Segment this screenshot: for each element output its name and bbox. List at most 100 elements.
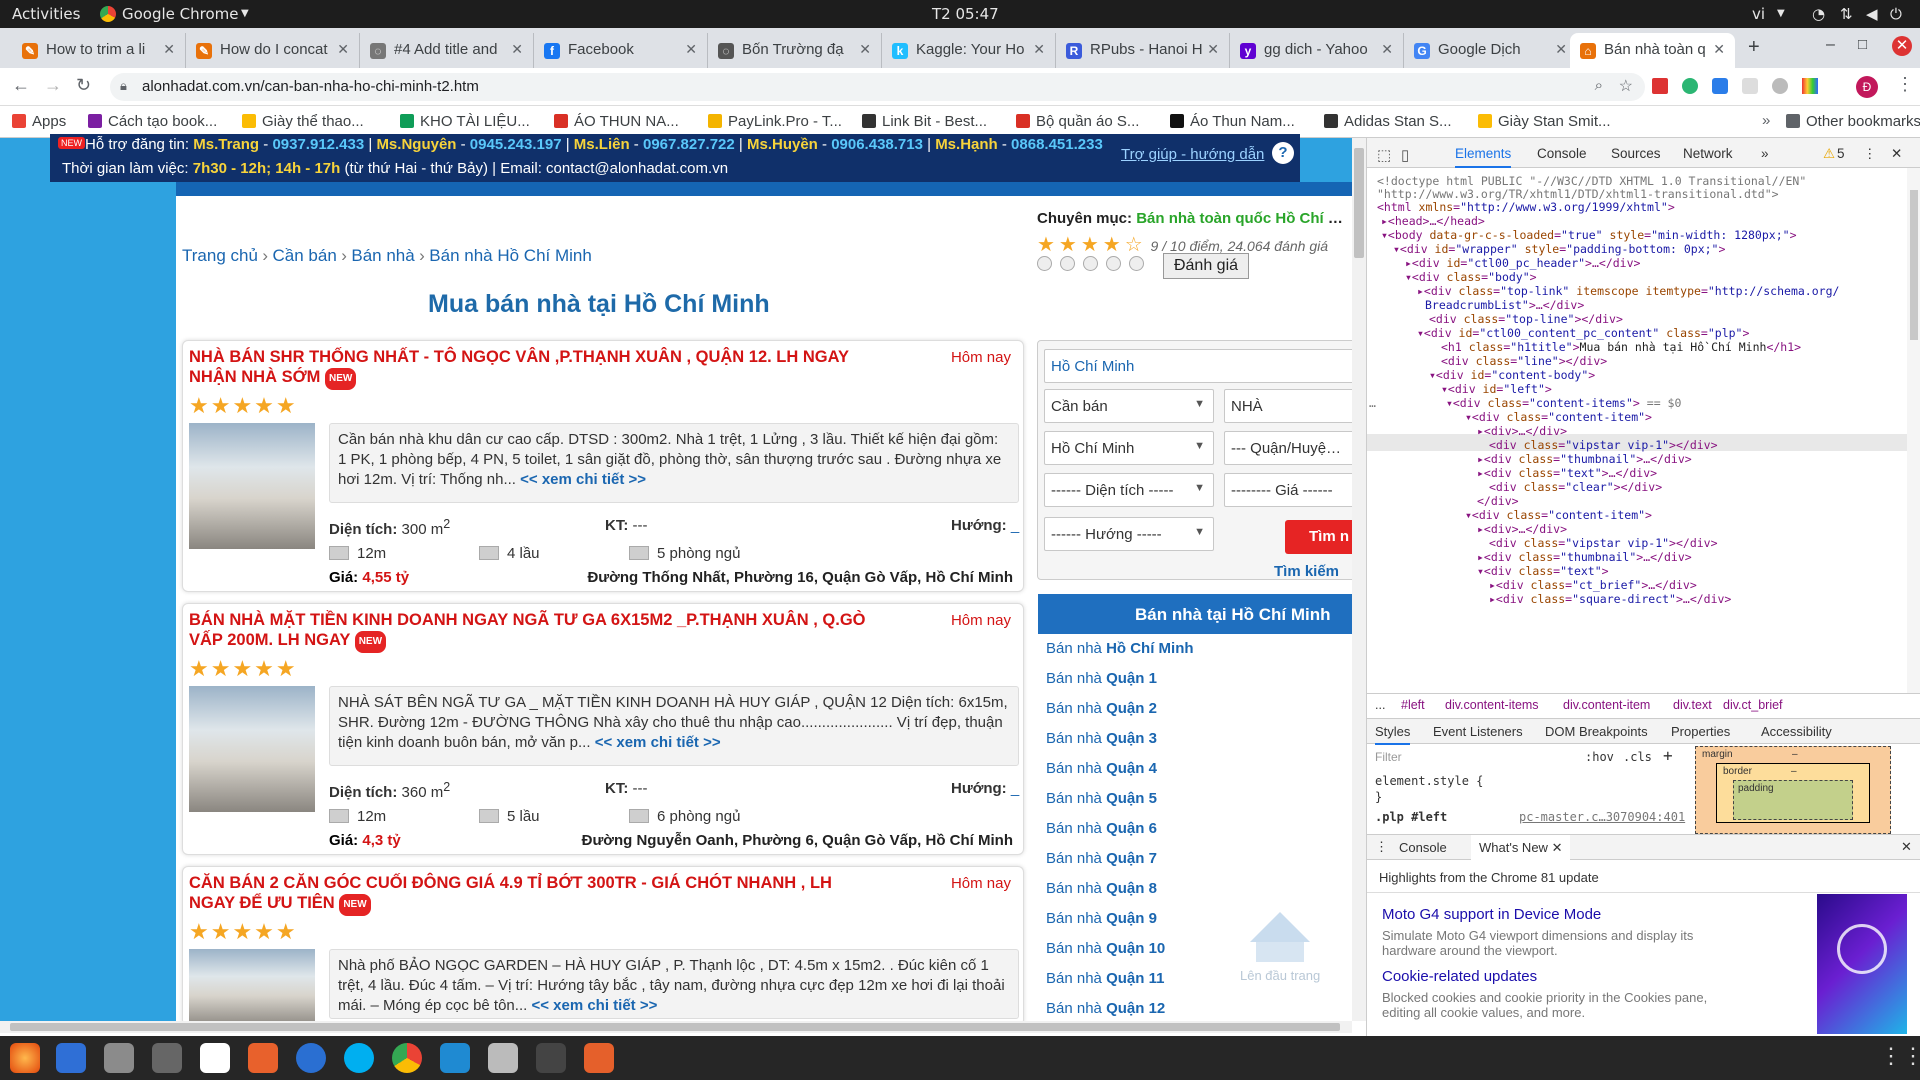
address-bar[interactable]: 🔒︎ alonhadat.com.vn/can-ban-nha-ho-chi-m… <box>110 73 1645 101</box>
devtools-tab-network[interactable]: Network <box>1683 146 1733 161</box>
dom-line[interactable]: <html xmlns="http://www.w3.org/1999/xhtm… <box>1377 200 1675 214</box>
tab-item[interactable]: ◌ Bốn Trường đạ ✕ <box>708 33 882 68</box>
tab-item[interactable]: ✎ How to trim a li ✕ <box>12 33 186 68</box>
category-link[interactable]: Bán nhà Quận 9 <box>1046 910 1157 927</box>
contact-phone[interactable]: 0906.438.713 <box>831 136 923 153</box>
close-icon[interactable]: ✕ <box>685 41 697 58</box>
tab-dom-breakpoints[interactable]: DOM Breakpoints <box>1545 724 1648 739</box>
kebab-menu-icon[interactable]: ⋮ <box>1896 74 1914 95</box>
dom-crumb[interactable]: div.content-items <box>1445 698 1539 712</box>
help-link[interactable]: Trợ giúp - hướng dẫn <box>1121 146 1264 163</box>
close-drawer-icon[interactable]: ✕ <box>1901 839 1912 855</box>
close-icon[interactable]: ✕ <box>1891 146 1902 162</box>
rating-radio[interactable] <box>1083 256 1098 271</box>
category-link[interactable]: Bán nhà Hồ Chí Minh <box>1046 640 1194 657</box>
category-link[interactable]: Bán nhà Quận 10 <box>1046 940 1165 957</box>
rate-button[interactable]: Đánh giá <box>1163 253 1249 279</box>
close-icon[interactable]: ✕ <box>1552 840 1563 855</box>
star-icon[interactable]: ☆ <box>1619 76 1633 96</box>
dom-crumb[interactable]: div.content-item <box>1563 698 1650 712</box>
dom-line[interactable]: ▾<div id="left"> <box>1441 382 1552 396</box>
breadcrumb-item[interactable]: Bán nhà <box>351 246 414 265</box>
vscode-icon[interactable] <box>440 1043 470 1073</box>
devtools-tab-elements[interactable]: Elements <box>1455 146 1512 168</box>
dom-line[interactable]: ▸<div class="thumbnail">…</div> <box>1477 550 1692 564</box>
close-icon[interactable]: ✕ <box>1713 41 1725 58</box>
dom-line[interactable]: ▾<div id="wrapper" style="padding-bottom… <box>1393 242 1725 256</box>
bookmark-item[interactable]: Giày Stan Smit... <box>1478 113 1611 130</box>
area-select[interactable]: ------ Diện tích ----- ▼ <box>1044 473 1214 507</box>
rating-radio[interactable] <box>1037 256 1052 271</box>
kebab-menu-icon[interactable]: ⋮ <box>1863 146 1877 162</box>
minimize-icon[interactable]: – <box>1826 36 1835 54</box>
settings-icon[interactable] <box>488 1043 518 1073</box>
hov-toggle[interactable]: :hov <box>1585 750 1614 764</box>
thunderbird-icon[interactable] <box>56 1043 86 1073</box>
breadcrumb-item[interactable]: Bán nhà Hồ Chí Minh <box>429 246 592 265</box>
extension-icon[interactable] <box>1712 78 1728 94</box>
dom-line[interactable]: ▸<div class="thumbnail">…</div> <box>1477 452 1692 466</box>
help-icon[interactable]: ? <box>1272 142 1294 164</box>
category-link[interactable]: Bán nhà Quận 8 <box>1046 880 1157 897</box>
extension-icon[interactable] <box>1802 78 1818 94</box>
dom-line[interactable]: ▸<head>…</head> <box>1381 214 1485 228</box>
new-tab-button[interactable]: + <box>1748 36 1760 59</box>
camera-icon[interactable] <box>536 1043 566 1073</box>
software-center-icon[interactable] <box>248 1043 278 1073</box>
extension-icon[interactable] <box>1652 78 1668 94</box>
page-vertical-scrollbar[interactable] <box>1352 138 1366 1021</box>
listing-thumbnail[interactable] <box>189 949 315 1027</box>
bookmark-item[interactable]: PayLink.Pro - T... <box>708 113 842 130</box>
listing-card[interactable]: BÁN NHÀ MẶT TIỀN KINH DOANH NGAY NGÃ TƯ … <box>182 603 1024 855</box>
dom-line[interactable]: ▾<div id="content-body"> <box>1429 368 1595 382</box>
category-link[interactable]: Bán nhà Quận 12 <box>1046 1000 1165 1017</box>
category-link[interactable]: Bán nhà Quận 7 <box>1046 850 1157 867</box>
skype-icon[interactable] <box>344 1043 374 1073</box>
back-icon[interactable]: ← <box>12 75 30 96</box>
rating-radio[interactable] <box>1106 256 1121 271</box>
dom-line[interactable]: ▸<div>…</div> <box>1477 424 1567 438</box>
tab-styles[interactable]: Styles <box>1375 724 1411 745</box>
files-icon[interactable] <box>104 1043 134 1073</box>
bookmark-item[interactable]: KHO TÀI LIỆU... <box>400 113 530 130</box>
css-selector[interactable]: .plp #left <box>1375 810 1447 824</box>
extension-icon[interactable] <box>1682 78 1698 94</box>
more-tabs-icon[interactable]: » <box>1761 146 1769 161</box>
transaction-select[interactable]: Cần bán ▼ <box>1044 389 1214 423</box>
category-link[interactable]: Bán nhà Quận 11 <box>1046 970 1164 987</box>
chrome-icon[interactable] <box>392 1043 422 1073</box>
dom-line[interactable]: ▸<div>…</div> <box>1477 522 1567 536</box>
dom-line[interactable]: ▾<div class="text"> <box>1477 564 1609 578</box>
location-input[interactable]: Hồ Chí Minh <box>1044 349 1354 383</box>
input-language[interactable]: vi <box>1752 5 1765 23</box>
close-icon[interactable]: ✕ <box>511 41 523 58</box>
category-link[interactable]: Bán nhà Quận 1 <box>1046 670 1157 687</box>
close-icon[interactable]: ✕ <box>337 41 349 58</box>
app-menu[interactable]: Google Chrome <box>122 5 239 23</box>
listing-title[interactable]: NHÀ BÁN SHR THỐNG NHẤT - TÔ NGỌC VÂN ,P.… <box>189 347 869 390</box>
bookmark-item[interactable]: ÁO THUN NA... <box>554 113 679 130</box>
listing-title[interactable]: CĂN BÁN 2 CĂN GÓC CUỐI ĐÔNG GIÁ 4.9 TỈ B… <box>189 873 869 916</box>
view-details-link[interactable]: << xem chi tiết >> <box>520 471 646 488</box>
dom-scrollbar[interactable] <box>1907 168 1920 693</box>
listing-thumbnail[interactable] <box>189 686 315 812</box>
dom-line[interactable]: <h1 class="h1title">Mua bán nhà tại Hồ C… <box>1441 340 1801 354</box>
dom-line[interactable]: ▾<div id="ctl00_content_pc_content" clas… <box>1417 326 1749 340</box>
close-icon[interactable]: ✕ <box>1555 41 1567 58</box>
dom-line[interactable]: ▸<div class="text">…</div> <box>1477 466 1657 480</box>
dom-line[interactable]: ▸<div class="ct_brief">…</div> <box>1489 578 1697 592</box>
cls-toggle[interactable]: .cls <box>1623 750 1652 764</box>
listing-card[interactable]: CĂN BÁN 2 CĂN GÓC CUỐI ĐÔNG GIÁ 4.9 TỈ B… <box>182 866 1024 1027</box>
clock[interactable]: T2 05:47 <box>932 5 999 23</box>
element-style-rule[interactable]: element.style { <box>1375 774 1483 788</box>
dom-line[interactable]: ▾<div class="content-item"> <box>1465 410 1652 424</box>
bookmark-item[interactable]: Cách tạo book... <box>88 113 217 130</box>
power-icon[interactable]: ⏻ <box>1890 5 1902 23</box>
contact-phone[interactable]: 0868.451.233 <box>1011 136 1103 153</box>
tab-item[interactable]: R RPubs - Hanoi H ✕ <box>1056 33 1230 68</box>
bookmark-item[interactable]: Adidas Stan S... <box>1324 113 1452 130</box>
drawer-tab-console[interactable]: Console <box>1399 840 1447 855</box>
rating-radio[interactable] <box>1129 256 1144 271</box>
view-details-link[interactable]: << xem chi tiết >> <box>595 734 721 751</box>
forward-icon[interactable]: → <box>44 75 62 96</box>
